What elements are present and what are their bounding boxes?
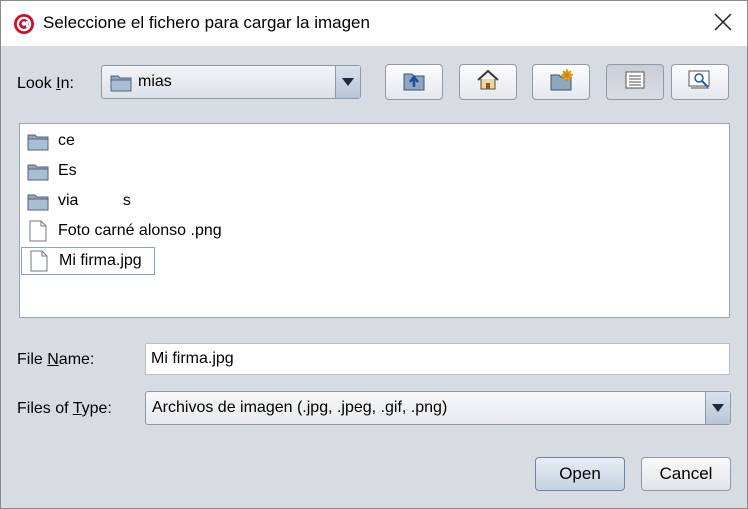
list-view-button[interactable] (606, 64, 664, 100)
new-folder-icon (548, 68, 574, 97)
home-button[interactable] (459, 64, 517, 100)
list-item-folder[interactable]: ce (26, 128, 75, 154)
files-of-type-label: Files of Type: (17, 400, 112, 417)
list-item-folder[interactable]: Es (26, 158, 77, 184)
file-name-field-box (145, 343, 730, 375)
folder-icon (110, 73, 132, 97)
files-of-type-value: Archivos de imagen (.jpg, .jpeg, .gif, .… (152, 399, 448, 416)
look-in-label: Look In: (17, 75, 74, 92)
list-item-file[interactable]: Foto carné alonso .png (26, 218, 222, 244)
list-item-label: Mi firma.jpg (59, 252, 142, 269)
up-one-level-button[interactable] (385, 64, 443, 100)
list-item-folder[interactable]: via s (26, 188, 131, 214)
list-item-label: via s (58, 192, 131, 209)
document-icon (26, 219, 50, 243)
folder-icon (26, 129, 50, 153)
file-chooser-dialog: Seleccione el fichero para cargar la ima… (0, 0, 748, 509)
file-list[interactable]: ce Es via s Foto carné alonso .png Mi fi… (19, 123, 730, 318)
close-icon (714, 12, 732, 36)
folder-up-icon (401, 68, 427, 97)
close-button[interactable] (705, 7, 741, 41)
look-in-value: mias (138, 73, 172, 90)
details-view-button[interactable] (671, 64, 729, 100)
title-bar: Seleccione el fichero para cargar la ima… (1, 1, 747, 46)
list-item-file-selected[interactable]: Mi firma.jpg (21, 247, 155, 275)
folder-icon (26, 159, 50, 183)
open-button[interactable]: Open (535, 457, 625, 491)
list-item-label: Foto carné alonso .png (58, 222, 222, 239)
files-of-type-combo[interactable]: Archivos de imagen (.jpg, .jpeg, .gif, .… (145, 391, 731, 425)
look-in-combo[interactable]: mias (101, 65, 361, 99)
document-icon (27, 249, 51, 273)
cancel-button-label: Cancel (659, 464, 713, 483)
autofirma-logo-icon (13, 13, 35, 35)
chevron-down-icon[interactable] (335, 66, 360, 98)
home-icon (476, 69, 500, 96)
file-name-label: File Name: (17, 351, 95, 368)
cancel-button[interactable]: Cancel (641, 457, 731, 491)
list-item-label: Es (58, 162, 77, 179)
list-item-label: ce (58, 132, 75, 149)
list-view-icon (625, 71, 645, 94)
new-folder-button[interactable] (532, 64, 590, 100)
chevron-down-icon[interactable] (705, 392, 730, 424)
open-button-label: Open (559, 464, 601, 483)
dialog-title: Seleccione el fichero para cargar la ima… (43, 13, 370, 32)
folder-icon (26, 189, 50, 213)
details-view-icon (688, 70, 712, 95)
file-name-input[interactable] (151, 350, 711, 368)
